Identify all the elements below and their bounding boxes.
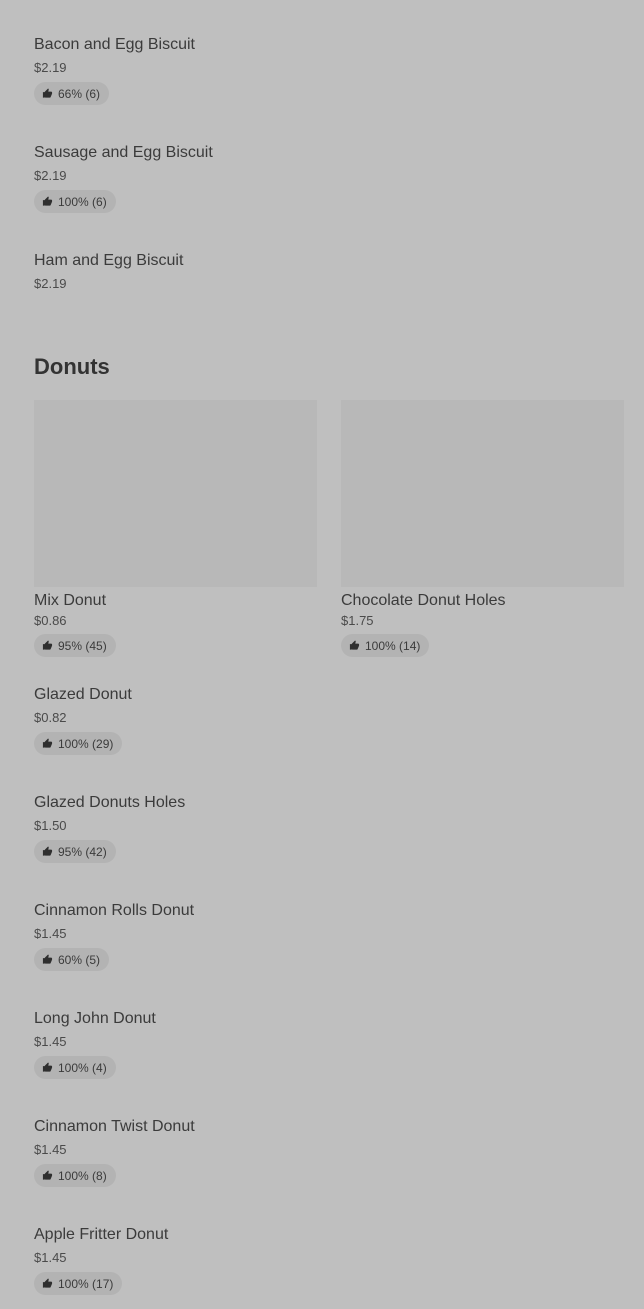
rating-text: 66% (6) [58,86,101,101]
menu-item[interactable]: Glazed Donut $0.82 100% (29) [34,685,132,755]
item-name: Cinnamon Rolls Donut [34,902,195,919]
item-price: $1.45 [34,1034,67,1049]
menu-item[interactable]: Long John Donut $1.45 100% (4) [34,1009,156,1079]
item-price: $2.19 [34,168,67,183]
thumbs-up-icon [42,640,53,650]
item-name: Long John Donut [34,1010,156,1027]
menu-item[interactable]: Glazed Donuts Holes $1.50 95% (42) [34,793,185,863]
item-name: Sausage and Egg Biscuit [34,144,213,161]
item-image-placeholder [341,400,624,587]
rating-badge: 66% (6) [34,82,110,105]
thumbs-up-icon [349,640,360,650]
item-price: $2.19 [34,60,67,75]
rating-text: 95% (42) [58,844,107,859]
rating-text: 95% (45) [58,638,107,653]
item-price: $2.19 [34,276,67,291]
featured-item-card[interactable]: Mix Donut $0.86 95% (45) [34,400,317,657]
rating-text: 60% (5) [58,952,101,967]
item-price: $0.82 [34,710,67,725]
rating-text: 100% (17) [58,1276,114,1291]
rating-badge: 60% (5) [34,948,110,971]
rating-badge: 100% (8) [34,1164,116,1187]
item-name: Glazed Donut [34,686,132,703]
menu-item[interactable]: Cinnamon Rolls Donut $1.45 60% (5) [34,901,194,971]
item-name: Cinnamon Twist Donut [34,1118,195,1135]
rating-badge: 95% (45) [34,634,116,657]
menu-item[interactable]: Bacon and Egg Biscuit $2.19 66% (6) [34,35,195,105]
rating-badge: 100% (6) [34,190,116,213]
thumbs-up-icon [42,738,53,748]
item-name: Bacon and Egg Biscuit [34,36,195,53]
thumbs-up-icon [42,1278,53,1288]
rating-text: 100% (14) [365,638,421,653]
rating-badge: 100% (17) [34,1272,123,1295]
menu-item[interactable]: Ham and Egg Biscuit $2.19 [34,251,183,292]
section-title: Donuts [34,354,110,379]
thumbs-up-icon [42,88,53,98]
item-price: $0.86 [34,613,67,628]
rating-text: 100% (8) [58,1168,107,1183]
rating-text: 100% (4) [58,1060,107,1075]
item-price: $1.50 [34,818,67,833]
item-price: $1.75 [341,613,374,628]
item-price: $1.45 [34,1250,67,1265]
item-name: Apple Fritter Donut [34,1226,169,1243]
menu-item[interactable]: Sausage and Egg Biscuit $2.19 100% (6) [34,143,213,213]
rating-badge: 100% (4) [34,1056,116,1079]
thumbs-up-icon [42,846,53,856]
rating-badge: 100% (14) [341,634,430,657]
menu-item[interactable]: Cinnamon Twist Donut $1.45 100% (8) [34,1117,195,1187]
rating-text: 100% (29) [58,736,114,751]
item-price: $1.45 [34,926,67,941]
rating-badge: 100% (29) [34,732,123,755]
item-price: $1.45 [34,1142,67,1157]
thumbs-up-icon [42,954,53,964]
item-name: Glazed Donuts Holes [34,794,186,811]
rating-text: 100% (6) [58,194,107,209]
item-name: Ham and Egg Biscuit [34,252,184,269]
thumbs-up-icon [42,1170,53,1180]
menu-item[interactable]: Apple Fritter Donut $1.45 100% (17) [34,1225,168,1295]
rating-badge: 95% (42) [34,840,116,863]
thumbs-up-icon [42,1062,53,1072]
featured-item-card[interactable]: Chocolate Donut Holes $1.75 100% (14) [341,400,624,657]
thumbs-up-icon [42,196,53,206]
item-image-placeholder [34,400,317,587]
item-name: Chocolate Donut Holes [341,592,506,609]
item-name: Mix Donut [34,592,107,609]
